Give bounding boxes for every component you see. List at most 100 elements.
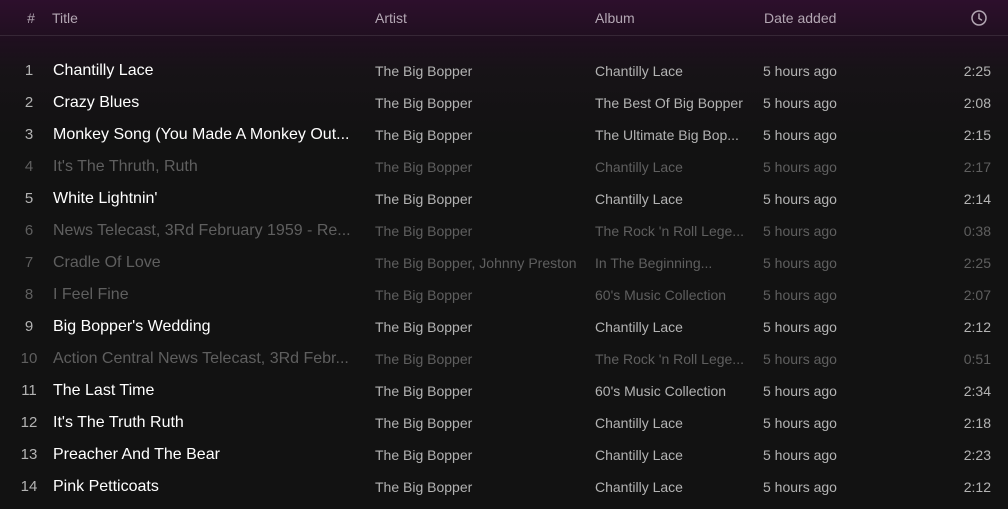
track-date-added: 5 hours ago xyxy=(763,447,837,463)
track-date-added: 5 hours ago xyxy=(763,159,837,175)
track-duration: 0:51 xyxy=(963,351,991,367)
track-row[interactable]: 6 News Telecast, 3Rd February 1959 - Re..… xyxy=(0,214,1008,246)
track-row[interactable]: 10 Action Central News Telecast, 3Rd Febr… xyxy=(0,342,1008,374)
column-header-album[interactable]: Album xyxy=(595,10,635,26)
track-title[interactable]: I Feel Fine xyxy=(53,286,358,304)
track-album[interactable]: Chantilly Lace xyxy=(595,159,745,175)
track-row[interactable]: 13 Preacher And The Bear The Big Bopper Cha… xyxy=(0,438,1008,470)
tracklist-header: # Title Artist Album Date added xyxy=(0,0,1008,36)
track-album[interactable]: Chantilly Lace xyxy=(595,447,745,463)
track-album[interactable]: The Ultimate Big Bop... xyxy=(595,127,745,143)
track-duration: 2:18 xyxy=(963,415,991,431)
track-number: 10 xyxy=(20,350,38,367)
track-number: 11 xyxy=(21,382,37,399)
track-number: 5 xyxy=(24,190,34,207)
track-album[interactable]: Chantilly Lace xyxy=(595,415,745,431)
track-row[interactable]: 14 Pink Petticoats The Big Bopper Chantilly… xyxy=(0,470,1008,502)
track-date-added: 5 hours ago xyxy=(763,351,837,367)
track-number: 6 xyxy=(24,222,34,239)
track-album[interactable]: In The Beginning... xyxy=(595,255,745,271)
track-album[interactable]: 60's Music Collection xyxy=(595,287,745,303)
track-title[interactable]: News Telecast, 3Rd February 1959 - Re... xyxy=(53,222,358,240)
track-duration: 2:25 xyxy=(963,63,991,79)
track-row[interactable]: 8 I Feel Fine The Big Bopper 60's Music Col… xyxy=(0,278,1008,310)
column-header-date-added[interactable]: Date added xyxy=(764,10,836,26)
track-artist[interactable]: The Big Bopper, Johnny Preston xyxy=(375,255,580,271)
track-row[interactable]: 12 It's The Truth Ruth The Big Bopper Chant… xyxy=(0,406,1008,438)
track-title[interactable]: Monkey Song (You Made A Monkey Out... xyxy=(53,126,358,144)
track-title[interactable]: Preacher And The Bear xyxy=(53,446,358,464)
track-artist[interactable]: The Big Bopper xyxy=(375,159,580,175)
track-row[interactable]: 3 Monkey Song (You Made A Monkey Out... Th… xyxy=(0,118,1008,150)
track-row[interactable]: 7 Cradle Of Love The Big Bopper, Johnny Pr… xyxy=(0,246,1008,278)
track-album[interactable]: The Rock 'n Roll Lege... xyxy=(595,351,745,367)
track-title[interactable]: It's The Truth Ruth xyxy=(53,414,358,432)
track-row[interactable]: 9 Big Bopper's Wedding The Big Bopper Chant… xyxy=(0,310,1008,342)
track-artist[interactable]: The Big Bopper xyxy=(375,191,580,207)
track-artist[interactable]: The Big Bopper xyxy=(375,95,580,111)
track-album[interactable]: The Best Of Big Bopper xyxy=(595,95,745,111)
track-artist[interactable]: The Big Bopper xyxy=(375,351,580,367)
track-artist[interactable]: The Big Bopper xyxy=(375,319,580,335)
track-title[interactable]: Action Central News Telecast, 3Rd Febr..… xyxy=(53,350,358,368)
track-date-added: 5 hours ago xyxy=(763,479,837,495)
track-title[interactable]: Crazy Blues xyxy=(53,94,358,112)
track-row[interactable]: 5 White Lightnin' The Big Bopper Chantilly … xyxy=(0,182,1008,214)
track-title[interactable]: White Lightnin' xyxy=(53,190,358,208)
column-header-artist[interactable]: Artist xyxy=(375,10,407,26)
track-artist[interactable]: The Big Bopper xyxy=(375,447,580,463)
track-title[interactable]: The Last Time xyxy=(53,382,358,400)
track-artist[interactable]: The Big Bopper xyxy=(375,479,580,495)
track-duration: 2:15 xyxy=(963,127,991,143)
track-number: 9 xyxy=(24,318,34,335)
track-number: 4 xyxy=(24,158,34,175)
track-duration: 2:12 xyxy=(963,479,991,495)
track-artist[interactable]: The Big Bopper xyxy=(375,383,580,399)
track-date-added: 5 hours ago xyxy=(763,287,837,303)
track-album[interactable]: Chantilly Lace xyxy=(595,63,745,79)
track-row[interactable]: 2 Crazy Blues The Big Bopper The Best Of Bi… xyxy=(0,86,1008,118)
column-header-number[interactable]: # xyxy=(25,10,37,26)
track-artist[interactable]: The Big Bopper xyxy=(375,415,580,431)
track-title[interactable]: Big Bopper's Wedding xyxy=(53,318,358,336)
track-number: 14 xyxy=(20,478,38,495)
track-album[interactable]: 60's Music Collection xyxy=(595,383,745,399)
track-duration: 2:17 xyxy=(963,159,991,175)
track-duration: 2:25 xyxy=(963,255,991,271)
track-row[interactable]: 1 Chantilly Lace The Big Bopper Chantilly L… xyxy=(0,54,1008,86)
track-row[interactable]: 11 The Last Time The Big Bopper 60's Music … xyxy=(0,374,1008,406)
track-number: 3 xyxy=(24,126,34,143)
track-title[interactable]: Chantilly Lace xyxy=(53,62,358,80)
track-title[interactable]: Cradle Of Love xyxy=(53,254,358,272)
track-duration: 2:08 xyxy=(963,95,991,111)
clock-icon[interactable] xyxy=(970,9,990,27)
track-title[interactable]: It's The Thruth, Ruth xyxy=(53,158,358,176)
track-duration: 2:23 xyxy=(963,447,991,463)
track-row[interactable]: 4 It's The Thruth, Ruth The Big Bopper Chan… xyxy=(0,150,1008,182)
track-title[interactable]: Pink Petticoats xyxy=(53,478,358,496)
track-duration: 2:34 xyxy=(963,383,991,399)
track-date-added: 5 hours ago xyxy=(763,95,837,111)
track-artist[interactable]: The Big Bopper xyxy=(375,223,580,239)
track-album[interactable]: The Rock 'n Roll Lege... xyxy=(595,223,745,239)
track-number: 7 xyxy=(24,254,34,271)
track-artist[interactable]: The Big Bopper xyxy=(375,127,580,143)
track-duration: 0:38 xyxy=(963,223,991,239)
track-date-added: 5 hours ago xyxy=(763,383,837,399)
track-date-added: 5 hours ago xyxy=(763,319,837,335)
track-number: 13 xyxy=(20,446,38,463)
track-number: 1 xyxy=(24,62,34,79)
track-date-added: 5 hours ago xyxy=(763,191,837,207)
track-album[interactable]: Chantilly Lace xyxy=(595,191,745,207)
track-number: 12 xyxy=(20,414,38,431)
track-album[interactable]: Chantilly Lace xyxy=(595,479,745,495)
track-date-added: 5 hours ago xyxy=(763,223,837,239)
track-artist[interactable]: The Big Bopper xyxy=(375,287,580,303)
column-header-title[interactable]: Title xyxy=(52,10,78,26)
track-duration: 2:12 xyxy=(963,319,991,335)
tracklist-view: # Title Artist Album Date added 1 Chantil… xyxy=(0,0,1008,509)
track-number: 2 xyxy=(24,94,34,111)
track-date-added: 5 hours ago xyxy=(763,127,837,143)
track-artist[interactable]: The Big Bopper xyxy=(375,63,580,79)
track-album[interactable]: Chantilly Lace xyxy=(595,319,745,335)
